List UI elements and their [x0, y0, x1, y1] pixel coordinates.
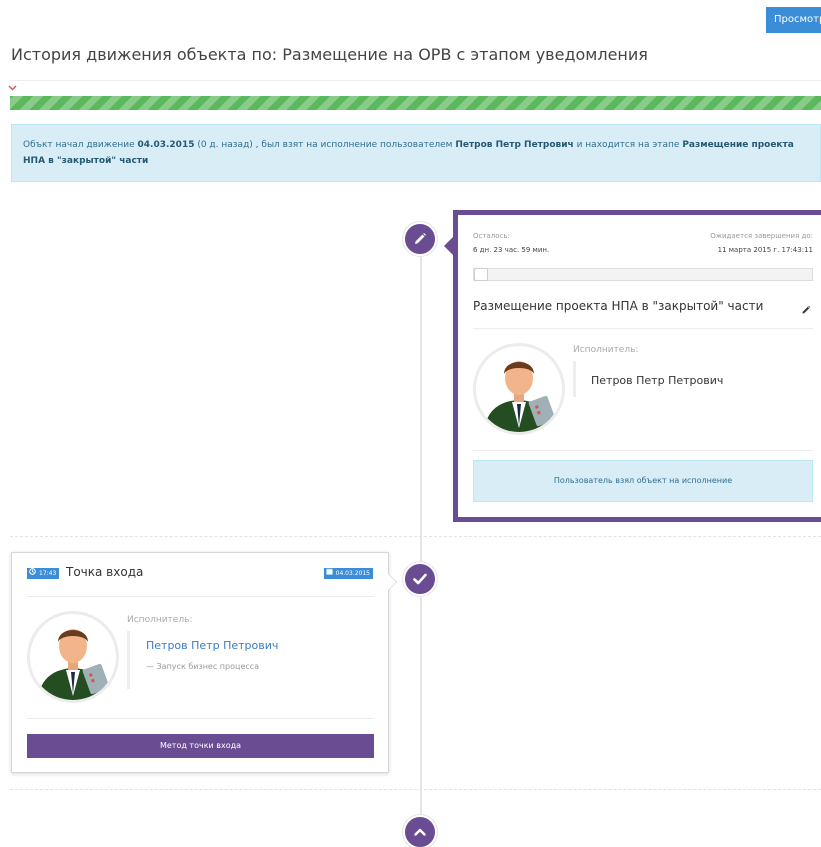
edit-pencil-icon[interactable] — [801, 300, 811, 319]
executor-label: Исполнитель: — [573, 345, 639, 355]
stage-title: Размещение проекта НПА в "закрытой" част… — [473, 299, 764, 313]
overall-progress-bar — [10, 96, 821, 110]
card-divider — [27, 718, 374, 719]
title-divider — [10, 80, 821, 81]
entry-point-card: 17:43 Точка входа 04.03.2015 Исполнитель… — [11, 552, 397, 773]
info-text-1: Объкт начал движение — [23, 140, 138, 150]
info-text-3: и находится на этапе — [573, 140, 683, 150]
expected-label: Ожидается завершения до: — [710, 232, 813, 240]
collapse-chevron-icon[interactable] — [8, 82, 17, 93]
info-user: Петров Петр Петрович — [455, 140, 574, 150]
card-pointer — [444, 237, 453, 255]
calendar-icon — [326, 568, 333, 579]
stage-progress-handle — [474, 268, 488, 281]
timeline-node-top-button[interactable] — [403, 815, 437, 847]
executor-link[interactable]: Петров Петр Петрович — [146, 639, 278, 652]
timeline-divider — [10, 789, 821, 790]
status-alert: Пользователь взял объект на исполнение — [473, 460, 813, 502]
stage-progress-bar — [473, 268, 813, 281]
clock-icon — [29, 568, 36, 579]
executor-name: Петров Петр Петрович — [591, 374, 724, 387]
card-divider — [473, 450, 813, 451]
card-pointer-inner — [388, 574, 396, 590]
info-text-2: (0 д. назад) , был взят на исполнение по… — [194, 140, 456, 150]
remaining-label: Осталось: — [473, 232, 510, 240]
card-divider — [27, 596, 374, 597]
expected-value: 11 марта 2015 г. 17:43:11 — [717, 246, 813, 254]
entry-method-button[interactable]: Метод точки входа — [27, 734, 374, 758]
chevron-up-icon — [414, 828, 426, 836]
time-badge: 17:43 — [27, 568, 60, 579]
timeline-divider — [10, 536, 821, 537]
executor-block: Петров Петр Петрович — [573, 361, 723, 397]
page-title: История движения объекта по: Размещение … — [11, 45, 648, 64]
entry-point-title: Точка входа — [66, 565, 144, 579]
user-avatar-icon — [484, 361, 556, 432]
check-icon — [413, 573, 427, 585]
avatar — [27, 611, 119, 703]
avatar — [473, 343, 565, 435]
timeline-node-active — [403, 222, 437, 256]
card-divider — [473, 328, 813, 329]
info-start-date: 04.03.2015 — [137, 140, 195, 150]
date-value: 04.03.2015 — [335, 570, 370, 577]
date-badge: 04.03.2015 — [323, 568, 373, 579]
user-avatar-icon — [38, 629, 110, 700]
timeline-node-done — [403, 562, 437, 596]
info-alert: Объкт начал движение 04.03.2015 (0 д. на… — [11, 124, 821, 182]
pencil-icon — [413, 232, 427, 246]
executor-block: Петров Петр Петрович — Запуск бизнес про… — [127, 631, 278, 689]
time-value: 17:43 — [39, 570, 57, 577]
view-button[interactable]: Просмотр — [766, 7, 821, 33]
timeline-line — [420, 240, 422, 830]
remaining-value: 6 дн. 23 час. 59 мин. — [473, 246, 550, 254]
active-stage-card: Осталось: 6 дн. 23 час. 59 мин. Ожидаетс… — [444, 210, 821, 522]
executor-label: Исполнитель: — [127, 615, 193, 625]
executor-note: — Запуск бизнес процесса — [146, 662, 260, 671]
